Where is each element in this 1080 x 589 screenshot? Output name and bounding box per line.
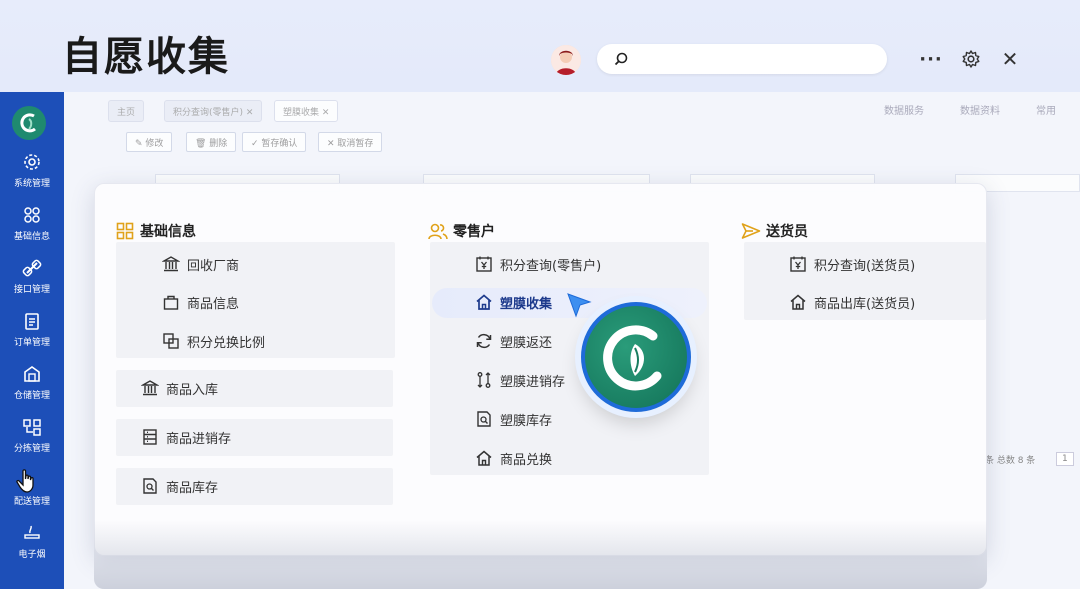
bg-link-data-service[interactable]: 数据服务 <box>884 102 924 117</box>
bank-icon <box>140 378 160 398</box>
avatar[interactable] <box>551 45 581 75</box>
sidebar-item-warehouse[interactable]: 仓储管理 <box>0 356 64 409</box>
refresh-icon <box>474 331 494 351</box>
sidebar-item-label: 订单管理 <box>13 338 50 348</box>
sidebar-item-label: 接口管理 <box>13 285 50 295</box>
search-input[interactable] <box>637 51 877 67</box>
home-icon <box>788 292 808 312</box>
home-icon <box>474 448 494 468</box>
doc-search-icon <box>140 476 160 496</box>
brand-logo <box>581 302 691 412</box>
sidebar-item-label: 基础信息 <box>13 232 50 242</box>
column-retailer-title: 零售户 <box>428 221 495 241</box>
menu-item-product-inbound[interactable]: 商品入库 <box>140 378 218 398</box>
sidebar-item-basic[interactable]: 基础信息 <box>0 197 64 250</box>
more-icon[interactable]: ··· <box>919 48 942 70</box>
grid-icon <box>115 221 135 241</box>
sidebar-item-system[interactable]: 系统管理 <box>0 144 64 197</box>
bg-tab-points[interactable]: 积分查询(零售户) ✕ <box>164 100 263 122</box>
grid-icon <box>24 207 40 223</box>
sort-icon <box>23 419 41 436</box>
background-tabs: 主页 积分查询(零售户) ✕ 塑膜收集 ✕ <box>64 92 1080 128</box>
bg-tab-film[interactable]: 塑膜收集 ✕ <box>274 100 339 122</box>
menu-item-recycle-vendor[interactable]: 回收厂商 <box>161 254 239 274</box>
bg-link-data-docs[interactable]: 数据资料 <box>960 102 1000 117</box>
clipboard-icon <box>25 313 39 330</box>
sidebar: 系统管理 基础信息 接口管理 订单管理 仓储管理 分拣管理 配送管理 电子烟 <box>0 92 64 589</box>
yen-calendar-icon <box>474 254 494 274</box>
sidebar-item-ecig[interactable]: 电子烟 <box>0 515 64 568</box>
sidebar-item-sorting[interactable]: 分拣管理 <box>0 409 64 462</box>
app-logo <box>12 106 46 140</box>
search-box[interactable] <box>597 44 887 74</box>
exchange-icon <box>161 331 181 351</box>
warehouse-icon <box>24 366 40 382</box>
bg-pager-page[interactable]: 1 <box>1056 452 1074 466</box>
sidebar-item-label: 配送管理 <box>13 497 50 507</box>
sidebar-item-label: 仓储管理 <box>13 391 50 401</box>
bg-link-common[interactable]: 常用 <box>1036 102 1056 117</box>
column-basic-info-title: 基础信息 <box>115 221 196 241</box>
sidebar-item-label: 系统管理 <box>13 179 50 189</box>
close-icon[interactable]: ✕ <box>999 47 1021 71</box>
page-title: 自愿收集 <box>62 34 230 80</box>
menu-item-film-stock[interactable]: 塑膜库存 <box>474 409 552 429</box>
gear-icon <box>24 154 40 170</box>
pointer-arrow-icon <box>567 293 592 318</box>
menu-item-product-exchange[interactable]: 商品兑换 <box>474 448 552 468</box>
bg-cancel-button[interactable]: ✕ 取消暂存 <box>318 132 383 152</box>
bag-icon <box>161 292 181 312</box>
menu-item-exchange-ratio[interactable]: 积分兑换比例 <box>161 331 265 351</box>
menu-item-film-return[interactable]: 塑膜返还 <box>474 331 552 351</box>
users-icon <box>428 221 448 241</box>
link-icon <box>22 259 42 277</box>
yen-calendar-icon <box>788 254 808 274</box>
bg-pager: 条 总数 8 条 <box>985 456 1036 466</box>
sidebar-item-label: 分拣管理 <box>13 444 50 454</box>
menu-item-product-stock[interactable]: 商品库存 <box>140 476 218 496</box>
list-icon <box>140 427 160 447</box>
sidebar-item-interface[interactable]: 接口管理 <box>0 250 64 303</box>
menu-item-product-info[interactable]: 商品信息 <box>161 292 239 312</box>
settings-icon[interactable] <box>960 48 982 70</box>
sidebar-item-orders[interactable]: 订单管理 <box>0 303 64 356</box>
menu-item-product-inventory-flow[interactable]: 商品进销存 <box>140 427 231 447</box>
doc-search-icon <box>474 409 494 429</box>
home-icon <box>474 292 494 312</box>
menu-item-film-inventory-flow[interactable]: 塑膜进销存 <box>474 370 565 390</box>
sidebar-item-label: 电子烟 <box>18 550 46 560</box>
flow-icon <box>474 370 494 390</box>
bg-edit-button[interactable]: ✎ 修改 <box>126 132 173 152</box>
bg-confirm-button[interactable]: ✓ 暂存确认 <box>242 132 307 152</box>
bg-delete-button[interactable]: 🗑 删除 <box>186 132 237 152</box>
search-icon <box>614 52 628 66</box>
bank-icon <box>161 254 181 274</box>
column-courier-title: 送货员 <box>741 221 808 241</box>
menu-item-points-retailer[interactable]: 积分查询(零售户) <box>474 254 601 274</box>
ecig-icon <box>24 525 40 539</box>
send-icon <box>741 221 761 241</box>
hand-cursor-icon <box>16 469 34 493</box>
menu-item-points-courier[interactable]: 积分查询(送货员) <box>788 254 915 274</box>
bg-tab-home[interactable]: 主页 <box>108 100 145 122</box>
menu-item-product-outbound-courier[interactable]: 商品出库(送货员) <box>788 292 915 312</box>
panel-fade <box>94 520 987 589</box>
menu-item-film-collection[interactable]: 塑膜收集 <box>474 292 552 312</box>
